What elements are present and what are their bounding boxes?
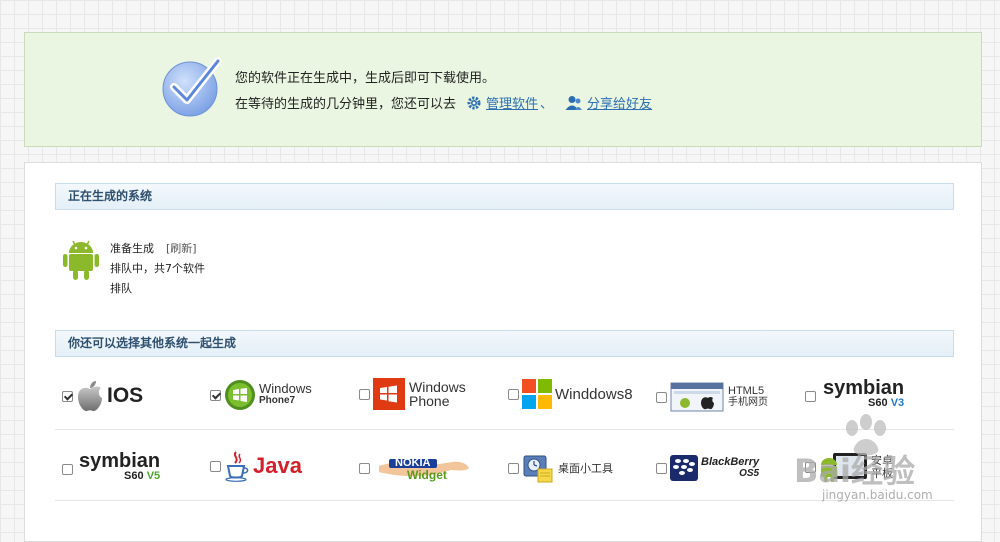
windows8-checkbox[interactable] — [508, 388, 519, 400]
desktop-widget-label: 桌面小工具 — [558, 462, 613, 475]
ios-label: IOS — [107, 384, 144, 407]
queue-state: 排队 — [110, 282, 132, 295]
nokia-widget-checkbox[interactable] — [359, 462, 370, 474]
desktop-widget-checkbox[interactable] — [508, 462, 519, 474]
symbian-v5-version: V5 — [146, 470, 161, 482]
platform-option-android-tablet[interactable]: 安卓 平板 — [805, 451, 893, 483]
apple-icon — [78, 381, 102, 412]
symbian-v3-version: V3 — [890, 397, 905, 409]
manage-software-link[interactable]: 管理软件 — [486, 93, 538, 112]
html5-browser-icon — [670, 382, 724, 412]
windows-phone7-sublabel: Phone7 — [259, 395, 296, 406]
windows8-icon — [522, 379, 552, 409]
android-tablet-sublabel: 平板 — [871, 467, 893, 480]
android-icon — [63, 240, 99, 280]
java-cup-icon — [225, 451, 249, 482]
generation-notice: 您的软件正在生成中，生成后即可下载使用。 在等待的生成的几分钟里，您还可以去 管… — [24, 32, 982, 147]
desktop-gadget-icon — [523, 455, 553, 483]
gear-icon[interactable] — [466, 95, 482, 111]
html5-label: HTML5 — [728, 385, 765, 397]
platform-option-nokia-widget[interactable]: NOKIA Widget — [359, 454, 473, 482]
link-separator: 、 — [540, 97, 554, 112]
nokia-widget-logo: NOKIA Widget — [377, 454, 473, 482]
platform-option-ios[interactable]: IOS — [62, 379, 143, 413]
windows-phone-label: Windows — [409, 379, 466, 395]
platform-panel: 正在生成的系统 准备生成 [刷新] 排队中，共7个软件 排队 你还可以选择其他系统… — [24, 162, 982, 542]
platform-option-windows8[interactable]: Winddows8 — [508, 379, 633, 409]
symbian-v5-checkbox[interactable] — [62, 463, 73, 475]
windows-phone7-checkbox[interactable] — [210, 389, 221, 401]
queue-info: 排队中，共7个软件 — [110, 262, 205, 275]
html5-checkbox[interactable] — [656, 391, 667, 403]
blackberry-sublabel: OS5 — [739, 468, 760, 479]
android-tablet-checkbox[interactable] — [805, 461, 816, 473]
ios-checkbox[interactable] — [62, 390, 73, 402]
symbian-v3-series: S60 — [868, 397, 888, 409]
row-divider — [55, 500, 954, 501]
widget-label: Widget — [407, 468, 447, 482]
symbian-v5-series: S60 — [124, 470, 144, 482]
platform-option-blackberry[interactable]: BlackBerry OS5 — [656, 455, 759, 481]
windows-phone7-icon — [225, 380, 255, 410]
platform-option-desktop-widget[interactable]: 桌面小工具 — [508, 452, 613, 484]
other-systems-section-title: 你还可以选择其他系统一起生成 — [55, 330, 954, 357]
android-tablet-label: 安卓 — [871, 454, 893, 467]
blackberry-icon — [670, 455, 698, 481]
windows-phone-checkbox[interactable] — [359, 388, 370, 400]
windows-phone-sublabel: Phone — [409, 393, 450, 409]
html5-sublabel: 手机网页 — [728, 397, 768, 408]
success-check-icon — [162, 57, 222, 117]
notice-message: 您的软件正在生成中，生成后即可下载使用。 — [235, 71, 496, 86]
windows-phone-icon — [373, 378, 405, 410]
symbian-v3-label: symbian — [823, 377, 905, 399]
platform-option-java[interactable]: Java — [210, 450, 302, 482]
java-checkbox[interactable] — [210, 460, 221, 472]
android-tablet-icon — [821, 453, 867, 482]
row-divider — [55, 429, 954, 430]
blackberry-label: BlackBerry — [701, 456, 760, 468]
generation-status: 准备生成 [刷新] 排队中，共7个软件 排队 — [110, 239, 205, 299]
symbian-v3-checkbox[interactable] — [805, 390, 816, 402]
platform-option-html5[interactable]: HTML5 手机网页 — [656, 382, 768, 412]
status-label: 准备生成 — [110, 242, 154, 255]
platform-option-windows-phone[interactable]: Windows Phone — [359, 378, 466, 410]
windows8-label: Winddows8 — [555, 385, 633, 403]
notice-suggestion: 在等待的生成的几分钟里，您还可以去 管理软件 、 分享给好友 — [235, 93, 652, 112]
platform-option-symbian-v3[interactable]: symbian S60 V3 — [805, 377, 905, 411]
platform-option-windows-phone7[interactable]: Windows Phone7 — [210, 379, 312, 411]
symbian-v5-label: symbian — [79, 450, 161, 472]
user-share-icon[interactable] — [565, 95, 583, 111]
refresh-link[interactable]: [刷新] — [166, 242, 197, 255]
generating-section-title: 正在生成的系统 — [55, 183, 954, 210]
share-friends-link[interactable]: 分享给好友 — [587, 93, 652, 112]
notice-suggestion-text: 在等待的生成的几分钟里，您还可以去 — [235, 97, 457, 112]
platform-option-symbian-v5[interactable]: symbian S60 V5 — [62, 450, 161, 484]
windows-phone7-label: Windows — [259, 381, 312, 396]
blackberry-checkbox[interactable] — [656, 462, 667, 474]
java-label: Java — [253, 453, 302, 478]
